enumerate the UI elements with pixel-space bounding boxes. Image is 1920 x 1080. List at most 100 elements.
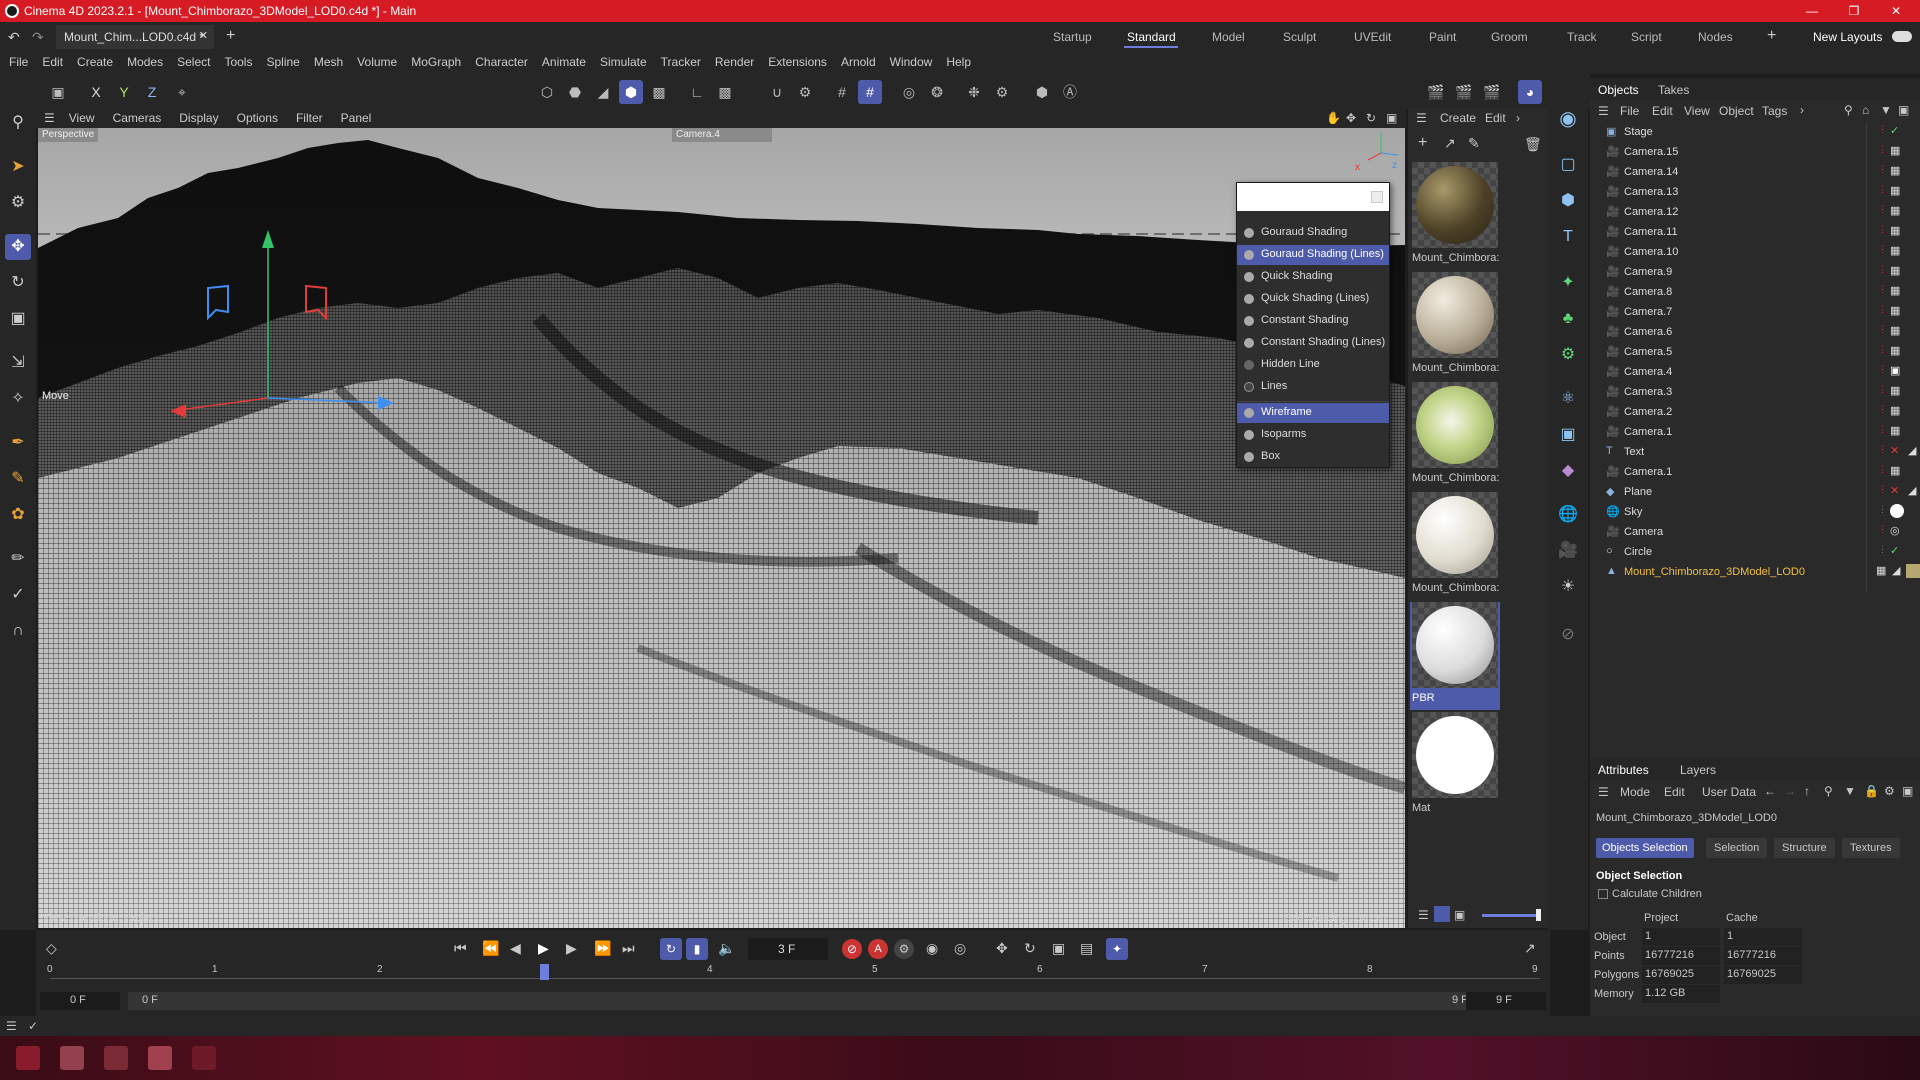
new-material-icon[interactable]: + bbox=[1418, 134, 1427, 152]
go-to-start-icon[interactable]: ⏮ bbox=[454, 940, 467, 957]
object-row[interactable]: 🎥 Camera.13 ⋮ ▦ bbox=[1590, 182, 1920, 202]
object-row[interactable]: 🎥 Camera ⋮ ◎ bbox=[1590, 522, 1920, 542]
taskbar-app-icon[interactable] bbox=[60, 1046, 84, 1070]
attributes-menu-edit[interactable]: Edit bbox=[1664, 785, 1685, 799]
attributes-search-icon[interactable]: ⚲ bbox=[1824, 784, 1833, 798]
layout-standard[interactable]: Standard bbox=[1127, 30, 1176, 44]
visibility-dots[interactable]: ⋮ bbox=[1878, 524, 1887, 535]
visibility-dots[interactable]: ⋮ bbox=[1878, 324, 1887, 335]
scene-icon[interactable]: ▣ bbox=[1555, 422, 1581, 448]
viewport-solo-icon[interactable]: ⬢ bbox=[1030, 80, 1054, 104]
shading-quick-lines[interactable]: Quick Shading (Lines) bbox=[1237, 289, 1389, 309]
add-layout-icon[interactable]: + bbox=[1767, 27, 1776, 45]
key-param-icon[interactable]: ▤ bbox=[1080, 940, 1093, 957]
visibility-dots[interactable]: ⋮ bbox=[1878, 464, 1887, 475]
object-row[interactable]: 🎥 Camera.9 ⋮ ▦ bbox=[1590, 262, 1920, 282]
camera-tag-icon[interactable]: ▦ bbox=[1890, 424, 1900, 437]
soft-selection-settings-icon[interactable]: ❂ bbox=[925, 80, 949, 104]
keyframe-selection-icon[interactable]: ⚙ bbox=[894, 939, 914, 959]
render-settings-icon[interactable]: 🎬 bbox=[1480, 80, 1504, 104]
transfer-tool-icon[interactable]: ⇲ bbox=[5, 350, 31, 376]
polygons-mode-icon[interactable]: ◢ bbox=[591, 80, 615, 104]
objects-filter-icon[interactable]: ▼ bbox=[1880, 103, 1892, 117]
key-move-icon[interactable]: ✥ bbox=[996, 940, 1008, 957]
shading-menu-close-icon[interactable] bbox=[1371, 191, 1383, 203]
material-mount-chimborazo-1[interactable]: Mount_Chimbora: bbox=[1410, 162, 1500, 270]
add-tab-icon[interactable]: + bbox=[226, 27, 235, 45]
quantize-icon[interactable]: # bbox=[858, 80, 882, 104]
magnet-tool-icon[interactable]: ∩ bbox=[5, 618, 31, 644]
viewport-menu-filter[interactable]: Filter bbox=[296, 111, 323, 125]
menu-spline[interactable]: Spline bbox=[266, 55, 299, 69]
start-frame-field[interactable]: 0 F bbox=[40, 992, 120, 1010]
attributes-menu-icon[interactable]: ☰ bbox=[1598, 785, 1609, 799]
layout-script[interactable]: Script bbox=[1631, 30, 1662, 44]
visibility-dots[interactable]: ⋮ bbox=[1878, 404, 1887, 415]
key-position-icon[interactable]: ◉ bbox=[926, 940, 938, 957]
visibility-dots[interactable]: ⋮ bbox=[1878, 284, 1887, 295]
taskbar-app-icon[interactable] bbox=[148, 1046, 172, 1070]
object-row[interactable]: 🎥 Camera.6 ⋮ ▦ bbox=[1590, 322, 1920, 342]
camera-tag-icon[interactable]: ▦ bbox=[1890, 204, 1900, 217]
sound-icon[interactable]: 🔈 bbox=[718, 940, 735, 957]
visibility-dots[interactable]: ⋮ bbox=[1878, 224, 1887, 235]
camera-tag-icon[interactable]: ▦ bbox=[1890, 264, 1900, 277]
next-frame-icon[interactable]: ▶ bbox=[566, 940, 577, 957]
render-view-icon[interactable]: 🎬 bbox=[1424, 80, 1448, 104]
keyframe-diamond-icon[interactable]: ◇ bbox=[46, 940, 57, 957]
key-rotate-icon[interactable]: ↻ bbox=[1024, 940, 1036, 957]
text-object-icon[interactable]: T bbox=[1555, 224, 1581, 250]
status-menu-icon[interactable]: ☰ bbox=[6, 1019, 17, 1033]
material-mat[interactable]: Mat bbox=[1410, 712, 1500, 820]
object-row[interactable]: 🎥 Camera.3 ⋮ ▦ bbox=[1590, 382, 1920, 402]
timeline-ruler[interactable]: 0 1 2 3 4 5 6 7 8 9 bbox=[47, 964, 1540, 988]
material-mount-chimborazo-4[interactable]: Mount_Chimbora: bbox=[1410, 492, 1500, 600]
shading-constant-lines[interactable]: Constant Shading (Lines) bbox=[1237, 333, 1389, 353]
close-tab-icon[interactable]: ✕ bbox=[199, 29, 208, 42]
tweak-tool-icon[interactable]: ⚙ bbox=[5, 190, 31, 216]
layout-uvedit[interactable]: UVEdit bbox=[1354, 30, 1391, 44]
new-layouts-label[interactable]: New Layouts bbox=[1813, 30, 1882, 44]
camera-tag-icon[interactable]: ▦ bbox=[1890, 244, 1900, 257]
object-row[interactable]: 🎥 Camera.15 ⋮ ▦ bbox=[1590, 142, 1920, 162]
soft-selection-icon[interactable]: ◎ bbox=[897, 80, 921, 104]
current-frame-field[interactable]: 3 F bbox=[748, 938, 828, 960]
sky-material-tag-icon[interactable] bbox=[1890, 504, 1904, 518]
object-row[interactable]: 🎥 Camera.5 ⋮ ▦ bbox=[1590, 342, 1920, 362]
camera-tag-icon[interactable]: ▦ bbox=[1890, 184, 1900, 197]
viewport-menu-options[interactable]: Options bbox=[237, 111, 278, 125]
menu-window[interactable]: Window bbox=[890, 55, 933, 69]
tab-takes[interactable]: Takes bbox=[1658, 83, 1689, 97]
redo-icon[interactable]: ↷ bbox=[32, 29, 44, 46]
camera-tag-icon[interactable]: ▦ bbox=[1890, 384, 1900, 397]
axis-mode-icon[interactable]: ∟ bbox=[685, 80, 709, 104]
brush-tool-icon[interactable]: ✏ bbox=[5, 546, 31, 572]
up-arrow-icon[interactable]: ↑ bbox=[1804, 784, 1810, 798]
target-tag-icon[interactable]: ◎ bbox=[1890, 524, 1900, 537]
attributes-menu-mode[interactable]: Mode bbox=[1620, 785, 1650, 799]
menu-modes[interactable]: Modes bbox=[127, 55, 163, 69]
viewport[interactable]: Perspective Camera.4 x z Move View Trans… bbox=[38, 128, 1405, 928]
visibility-dots[interactable]: ⋮ bbox=[1878, 364, 1887, 375]
rotate-tool-icon[interactable]: ↻ bbox=[5, 270, 31, 296]
viewport-menu-icon[interactable]: ☰ bbox=[44, 111, 55, 125]
shading-gouraud[interactable]: Gouraud Shading bbox=[1237, 223, 1389, 243]
layout-groom[interactable]: Groom bbox=[1491, 30, 1528, 44]
objects-new-window-icon[interactable]: ▣ bbox=[1898, 103, 1909, 117]
attributes-filter-icon[interactable]: ▼ bbox=[1844, 784, 1856, 798]
thumbnail-size-knob[interactable] bbox=[1536, 909, 1541, 921]
texture-tag-icon[interactable] bbox=[1906, 564, 1920, 578]
forward-arrow-icon[interactable]: → bbox=[1784, 784, 1796, 798]
spline-pen-icon[interactable]: ✒ bbox=[5, 430, 31, 456]
tab-objects[interactable]: Objects bbox=[1598, 83, 1639, 97]
camera-tag-icon[interactable]: ▦ bbox=[1890, 284, 1900, 297]
material-mount-chimborazo-3[interactable]: Mount_Chimbora: bbox=[1410, 382, 1500, 490]
visibility-dots[interactable]: ⋮ bbox=[1878, 304, 1887, 315]
object-row[interactable]: ◆ Plane ⋮ ✕ ◢ bbox=[1590, 482, 1920, 502]
objects-menu-object[interactable]: Object bbox=[1719, 104, 1754, 118]
attributes-new-window-icon[interactable]: ▣ bbox=[1902, 784, 1913, 798]
move-view-icon[interactable]: ✥ bbox=[1346, 111, 1356, 125]
object-row[interactable]: 🎥 Camera.1 ⋮ ▦ bbox=[1590, 422, 1920, 442]
arnold-icon[interactable]: Ⓐ bbox=[1058, 80, 1082, 104]
grid-icon[interactable]: # bbox=[830, 80, 854, 104]
